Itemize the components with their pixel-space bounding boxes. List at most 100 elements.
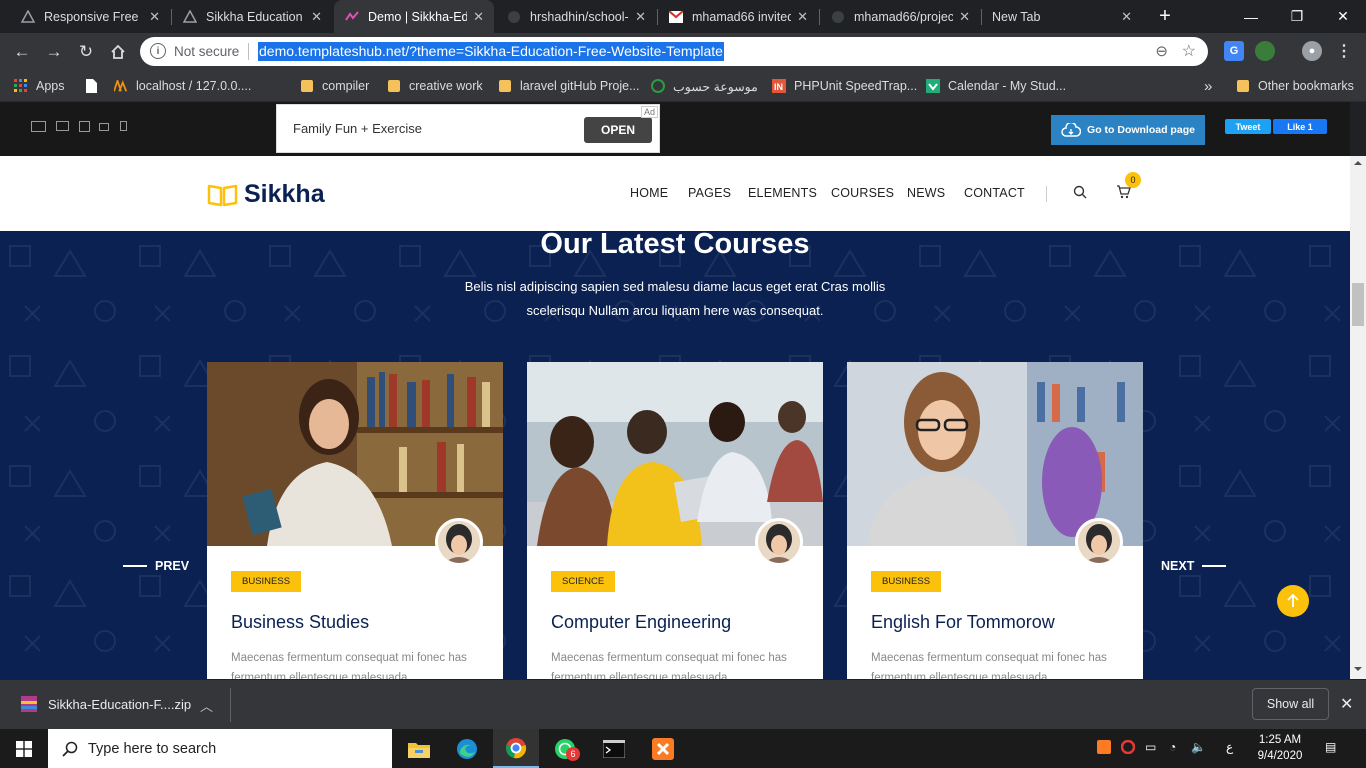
course-card[interactable]: BUSINESS Business Studies Maecenas ferme…: [207, 362, 503, 679]
tablet-landscape-icon[interactable]: [99, 123, 109, 131]
tab-2[interactable]: Sikkha Education F ✕: [172, 0, 332, 33]
translate-extension-icon[interactable]: G: [1224, 41, 1244, 61]
xampp-tray-icon[interactable]: [1097, 740, 1111, 757]
language-indicator[interactable]: ع: [1226, 740, 1233, 754]
bookmark-phpunit[interactable]: IN PHPUnit SpeedTrap...: [772, 77, 917, 95]
prev-button[interactable]: PREV: [123, 559, 189, 573]
nav-news[interactable]: NEWS: [907, 186, 945, 200]
scroll-to-top-button[interactable]: [1277, 585, 1309, 617]
close-tab-icon[interactable]: ✕: [473, 9, 484, 25]
edge-browser-icon[interactable]: [444, 729, 490, 768]
xampp-icon[interactable]: [640, 729, 686, 768]
bookmark-compiler[interactable]: compiler: [300, 77, 369, 95]
bookmark-page-icon[interactable]: [84, 77, 106, 95]
instructor-avatar[interactable]: [755, 518, 803, 566]
tablet-view-icon[interactable]: [79, 121, 90, 132]
address-bar[interactable]: i Not secure demo.templateshub.net/?them…: [140, 37, 1208, 66]
course-card[interactable]: SCIENCE Computer Engineering Maecenas fe…: [527, 362, 823, 679]
home-button[interactable]: [104, 38, 132, 66]
close-tab-icon[interactable]: ✕: [635, 9, 646, 25]
download-item[interactable]: Sikkha-Education-F....zip: [20, 695, 191, 713]
scrollbar-thumb[interactable]: [1352, 283, 1364, 326]
instructor-avatar[interactable]: [1075, 518, 1123, 566]
back-button[interactable]: ←: [8, 38, 36, 66]
close-tab-icon[interactable]: ✕: [149, 9, 160, 25]
chevron-up-icon[interactable]: ︿: [200, 696, 213, 715]
course-card[interactable]: BUSINESS English For Tommorow Maecenas f…: [847, 362, 1143, 679]
nav-elements[interactable]: ELEMENTS: [748, 186, 817, 200]
minimize-button[interactable]: —: [1228, 0, 1274, 33]
battery-icon[interactable]: ▭: [1145, 740, 1156, 754]
laptop-view-icon[interactable]: [56, 121, 69, 131]
demo-icon: [344, 9, 360, 25]
windows-start-button[interactable]: [0, 729, 48, 768]
download-page-button[interactable]: Go to Download page: [1051, 115, 1205, 145]
nav-courses[interactable]: COURSES: [831, 186, 894, 200]
bookmark-hsoub[interactable]: موسوعة حسوب: [651, 77, 758, 95]
course-title[interactable]: Computer Engineering: [551, 612, 731, 633]
taskbar-search-box[interactable]: Type here to search: [48, 729, 392, 768]
url-text[interactable]: demo.templateshub.net/?theme=Sikkha-Educ…: [258, 42, 724, 61]
instructor-avatar[interactable]: [435, 518, 483, 566]
page-scrollbar[interactable]: [1350, 156, 1366, 679]
ad-banner[interactable]: Family Fun + Exercise OPEN Ad: [276, 104, 660, 153]
bookmark-other[interactable]: Other bookmarks: [1236, 77, 1354, 95]
course-title[interactable]: English For Tommorow: [871, 612, 1055, 633]
file-explorer-icon[interactable]: [396, 729, 442, 768]
ad-open-button[interactable]: OPEN: [584, 117, 652, 143]
chrome-browser-icon[interactable]: [493, 729, 539, 768]
close-icon[interactable]: ✕: [1340, 694, 1353, 714]
terminal-icon[interactable]: [591, 729, 637, 768]
tweet-button[interactable]: Tweet: [1225, 119, 1271, 134]
category-badge[interactable]: BUSINESS: [871, 571, 942, 592]
like-button[interactable]: Like 1: [1273, 119, 1327, 134]
extension-icon[interactable]: [1255, 41, 1275, 61]
restore-button[interactable]: ❐: [1274, 0, 1320, 33]
mobile-view-icon[interactable]: [120, 121, 127, 131]
category-badge[interactable]: BUSINESS: [231, 571, 302, 592]
desktop-view-icon[interactable]: [31, 121, 46, 132]
ad-tag[interactable]: Ad: [640, 106, 658, 118]
tab-7[interactable]: New Tab ✕: [982, 0, 1142, 33]
search-icon[interactable]: [1073, 185, 1087, 204]
tab-3-active[interactable]: Demo | Sikkha-Edu ✕: [334, 0, 494, 33]
next-button[interactable]: NEXT: [1161, 559, 1227, 573]
tab-6[interactable]: mhamad66/projec ✕: [820, 0, 980, 33]
bookmark-laravel[interactable]: laravel gitHub Proje...: [498, 77, 640, 95]
nav-home[interactable]: HOME: [630, 186, 668, 200]
menu-icon[interactable]: ⋮: [1334, 41, 1354, 61]
new-tab-button[interactable]: +: [1153, 4, 1177, 28]
system-clock[interactable]: 1:25 AM 9/4/2020: [1250, 732, 1310, 764]
category-badge[interactable]: SCIENCE: [551, 571, 616, 592]
bookmark-localhost[interactable]: localhost / 127.0.0....: [114, 77, 251, 95]
bookmarks-overflow[interactable]: »: [1204, 77, 1212, 95]
show-all-button[interactable]: Show all: [1252, 688, 1329, 720]
reload-button[interactable]: ↻: [72, 38, 100, 66]
close-tab-icon[interactable]: ✕: [1121, 9, 1132, 25]
wifi-icon[interactable]: ◔: [1169, 740, 1176, 754]
bookmark-star-icon[interactable]: ☆: [1182, 41, 1196, 61]
forward-button[interactable]: →: [40, 38, 68, 66]
close-tab-icon[interactable]: ✕: [311, 9, 322, 25]
close-tab-icon[interactable]: ✕: [959, 9, 970, 25]
close-window-button[interactable]: ✕: [1320, 0, 1366, 33]
site-logo[interactable]: Sikkha: [207, 180, 325, 209]
profile-avatar-icon[interactable]: ●: [1302, 41, 1322, 61]
cart-icon[interactable]: [1116, 185, 1131, 204]
tab-1[interactable]: Responsive Free E ✕: [10, 0, 170, 33]
zoom-icon[interactable]: ⊖: [1155, 42, 1168, 60]
volume-icon[interactable]: 🔈: [1191, 740, 1206, 754]
notifications-icon[interactable]: ▤: [1325, 740, 1336, 754]
info-icon[interactable]: i: [150, 43, 166, 59]
close-tab-icon[interactable]: ✕: [797, 9, 808, 25]
whatsapp-icon[interactable]: 6: [542, 729, 588, 768]
bookmark-calendar[interactable]: Calendar - My Stud...: [926, 77, 1066, 95]
nav-pages[interactable]: PAGES: [688, 186, 731, 200]
antivirus-tray-icon[interactable]: [1120, 739, 1136, 757]
tab-4[interactable]: hrshadhin/school- ✕: [496, 0, 656, 33]
course-title[interactable]: Business Studies: [231, 612, 369, 633]
nav-contact[interactable]: CONTACT: [964, 186, 1025, 200]
bookmark-creative-work[interactable]: creative work: [387, 77, 483, 95]
bookmark-apps[interactable]: Apps: [14, 77, 65, 95]
tab-5[interactable]: mhamad66 invited ✕: [658, 0, 818, 33]
